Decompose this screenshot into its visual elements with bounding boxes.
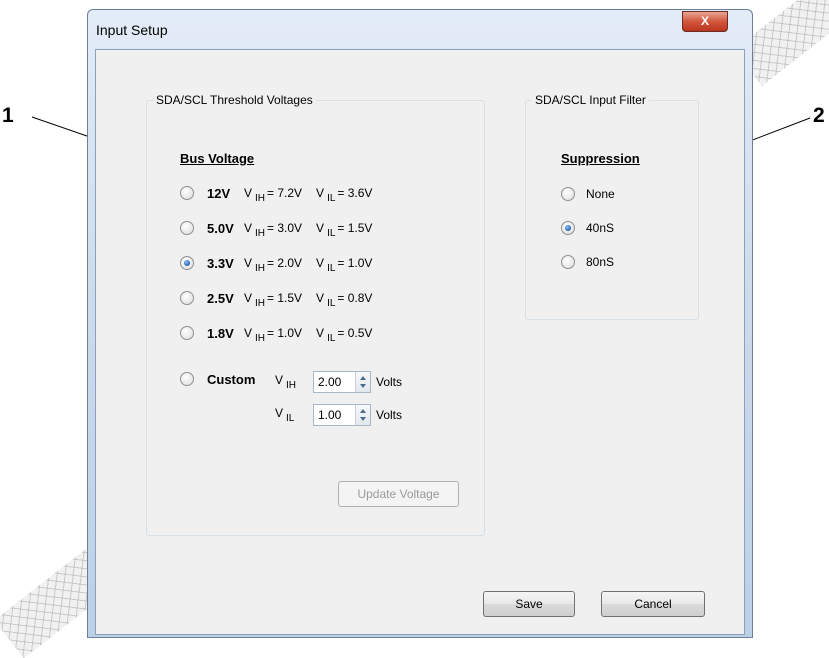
radio-2v5[interactable] — [180, 291, 194, 305]
suppression-option-40ns[interactable]: 40nS — [561, 219, 614, 237]
vih-text: V IH = 7.2V — [244, 186, 303, 204]
custom-vih-label: V IH — [275, 373, 297, 391]
spinner-arrows[interactable] — [355, 405, 370, 425]
suppression-option-none[interactable]: None — [561, 185, 615, 203]
custom-vih-spinner[interactable]: 2.00 — [313, 371, 371, 393]
spinner-up-icon[interactable] — [360, 376, 366, 380]
spinner-arrows[interactable] — [355, 372, 370, 392]
option-label: 2.5V — [207, 290, 234, 306]
threshold-group-title: SDA/SCL Threshold Voltages — [153, 93, 316, 107]
radio-custom[interactable] — [180, 372, 194, 386]
vih-text: V IH = 2.0V — [244, 256, 303, 274]
vih-text: V IH = 1.0V — [244, 326, 303, 344]
bus-voltage-option-12v[interactable]: 12V V IH = 7.2V V IL = 3.6V — [180, 184, 373, 204]
input-filter-group: SDA/SCL Input Filter Suppression None 40… — [525, 93, 699, 320]
option-label: 40nS — [586, 221, 615, 235]
suppression-heading: Suppression — [561, 151, 640, 166]
radio-12v[interactable] — [180, 186, 194, 200]
cancel-button[interactable]: Cancel — [601, 591, 705, 617]
option-label: 80nS — [586, 255, 615, 269]
suppression-option-80ns[interactable]: 80nS — [561, 253, 614, 271]
spinner-up-icon[interactable] — [360, 409, 366, 413]
option-label: 3.3V — [207, 255, 234, 271]
save-button[interactable]: Save — [483, 591, 575, 617]
option-label: 1.8V — [207, 325, 234, 341]
vih-text: V IH = 1.5V — [244, 291, 303, 309]
bus-voltage-heading: Bus Voltage — [180, 151, 255, 166]
bus-voltage-option-3v3[interactable]: 3.3V V IH = 2.0V V IL = 1.0V — [180, 254, 373, 274]
vih-text: V IH = 3.0V — [244, 221, 303, 239]
close-icon: X — [700, 14, 709, 28]
update-voltage-button[interactable]: Update Voltage — [338, 481, 459, 507]
callout-1: 1 — [2, 104, 14, 127]
radio-3v3[interactable] — [180, 256, 194, 270]
custom-vil-spinner[interactable]: 1.00 — [313, 404, 371, 426]
spinner-down-icon[interactable] — [360, 417, 366, 421]
option-label: None — [586, 187, 615, 201]
vil-text: V IL = 0.5V — [316, 326, 373, 344]
bus-voltage-option-5v[interactable]: 5.0V V IH = 3.0V V IL = 1.5V — [180, 219, 373, 239]
threshold-voltages-group: SDA/SCL Threshold Voltages Bus Voltage 1… — [146, 93, 485, 536]
spinner-down-icon[interactable] — [360, 384, 366, 388]
bus-voltage-option-1v8[interactable]: 1.8V V IH = 1.0V V IL = 0.5V — [180, 324, 373, 344]
bus-voltage-option-2v5[interactable]: 2.5V V IH = 1.5V V IL = 0.8V — [180, 289, 373, 309]
custom-vih-unit: Volts — [376, 375, 403, 389]
radio-5v[interactable] — [180, 221, 194, 235]
filter-group-title: SDA/SCL Input Filter — [532, 93, 649, 107]
vil-text: V IL = 1.0V — [316, 256, 373, 274]
callout-2: 2 — [813, 104, 825, 127]
vil-text: V IL = 3.6V — [316, 186, 373, 204]
window-title: Input Setup — [96, 22, 168, 38]
option-label: Custom — [207, 371, 256, 387]
vil-text: V IL = 1.5V — [316, 221, 373, 239]
vil-text: V IL = 0.8V — [316, 291, 373, 309]
option-label: 5.0V — [207, 220, 234, 236]
custom-vih-value[interactable]: 2.00 — [314, 375, 353, 389]
bus-voltage-option-custom[interactable]: Custom — [180, 370, 255, 388]
radio-40ns[interactable] — [561, 221, 575, 235]
close-button[interactable]: X — [682, 11, 728, 32]
custom-vil-label: V IL — [275, 406, 295, 424]
radio-1v8[interactable] — [180, 326, 194, 340]
radio-80ns[interactable] — [561, 255, 575, 269]
radio-none[interactable] — [561, 187, 575, 201]
input-setup-dialog: Input Setup X SDA/SCL Threshold Voltages… — [87, 9, 753, 638]
option-label: 12V — [207, 185, 231, 201]
custom-vil-unit: Volts — [376, 408, 403, 422]
dialog-client-area: SDA/SCL Threshold Voltages Bus Voltage 1… — [95, 49, 745, 635]
custom-vil-value[interactable]: 1.00 — [314, 408, 353, 422]
